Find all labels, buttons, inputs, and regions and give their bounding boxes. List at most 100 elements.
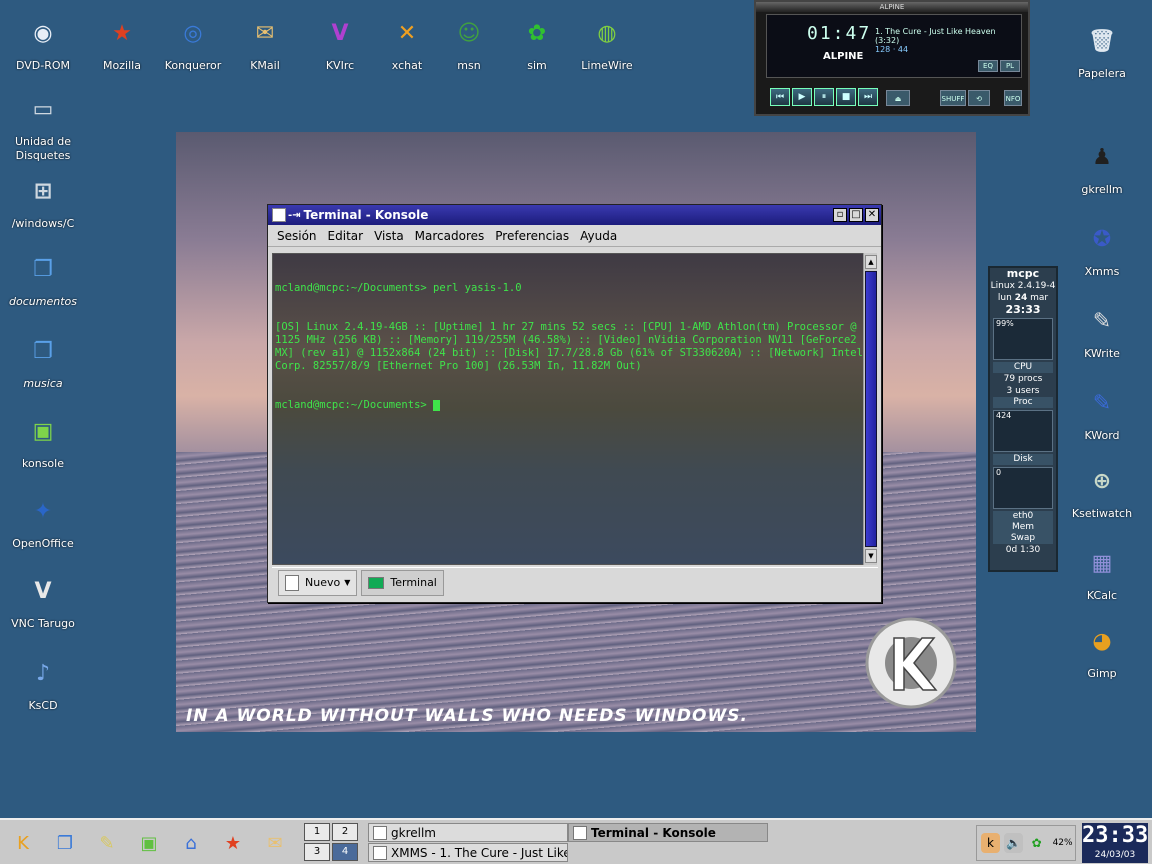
scroll-down-arrow-icon[interactable]: ▼	[865, 549, 877, 563]
desktop-icon-windows-c[interactable]: ⊞ /windows/C	[3, 168, 83, 231]
menu-marcadores[interactable]: Marcadores	[410, 229, 491, 243]
xmms-stop-button[interactable]: ■	[836, 88, 856, 106]
desktop-icon-gkrellm[interactable]: ♟ gkrellm	[1062, 134, 1142, 197]
xmms-brand: ALPINE	[823, 51, 864, 62]
gkrellm-monitor[interactable]: mcpc Linux 2.4.19-4 lun 24 mar 23:33 99%…	[988, 266, 1058, 572]
terminal-line: mcland@mcpc:~/Documents> perl yasis-1.0	[275, 282, 522, 294]
xmms-eq-button[interactable]: EQ	[978, 60, 998, 72]
konsole-titlebar[interactable]: -⇥ Terminal - Konsole ▫ □ ✕	[268, 205, 881, 225]
desktop-icon-ksetiwatch[interactable]: ⊕ Ksetiwatch	[1062, 458, 1142, 521]
scroll-up-arrow-icon[interactable]: ▲	[865, 255, 877, 269]
desktop-icon-label: sim	[527, 59, 547, 72]
pager-desktop-3[interactable]: 3	[304, 843, 330, 861]
scrollbar-thumb[interactable]	[865, 271, 877, 547]
desktop-icon-label: /windows/C	[11, 217, 75, 230]
msn-icon: ☺	[457, 20, 481, 46]
desktop-icon-vnc-tarugo[interactable]: V VNC Tarugo	[3, 568, 83, 631]
home-icon[interactable]: ⌂	[174, 826, 208, 860]
menu-ayuda[interactable]: Ayuda	[575, 229, 623, 243]
xmms-player[interactable]: ALPINE 01:47 1. The Cure - Just Like Hea…	[754, 0, 1030, 116]
desktop-icon-gimp[interactable]: ◕ Gimp	[1062, 618, 1142, 681]
konsole-icon[interactable]: ▣	[132, 826, 166, 860]
xmms-icon: ✪	[1092, 226, 1112, 252]
xmms-prev-button[interactable]: ⏮	[770, 88, 790, 106]
konqueror-icon: ◎	[183, 20, 203, 46]
system-tray: k 🔈 ✿ 42%	[976, 825, 1076, 861]
desktop-pager: 1 2 3 4	[304, 823, 360, 863]
pager-desktop-1[interactable]: 1	[304, 823, 330, 841]
panel-clock[interactable]: 23:33 24/03/03	[1082, 823, 1148, 863]
task-xmms[interactable]: XMMS - 1. The Cure - Just Like Heaven (3…	[368, 843, 568, 862]
konsole-tabbar: Nuevo ▼ Terminal	[272, 567, 878, 597]
terminal-scrollbar[interactable]: ▲ ▼	[863, 253, 877, 565]
desktop-icon-kword[interactable]: ✎ KWord	[1062, 380, 1142, 443]
clock-date: 24/03/03	[1094, 850, 1136, 860]
xmms-repeat-button[interactable]: ⟲	[968, 90, 990, 106]
kde-menu-icon[interactable]: K	[6, 826, 40, 860]
new-document-icon	[285, 574, 299, 591]
sticky-pin-icon[interactable]: -⇥	[288, 210, 301, 221]
user-count: 3 users	[1006, 386, 1040, 396]
terminal-output[interactable]: mcland@mcpc:~/Documents> perl yasis-1.0 …	[272, 253, 864, 565]
desktop-icon-label: Konqueror	[164, 59, 222, 72]
xmms-song-title: 1. The Cure - Just Like Heaven (3:32)	[875, 27, 996, 45]
desktop-icon-dvd-rom[interactable]: ◉ DVD-ROM	[3, 10, 83, 73]
speaker-icon[interactable]: 🔈	[1004, 833, 1024, 853]
desktop-icon-sim[interactable]: ✿ sim	[497, 10, 577, 73]
icq-flower-icon[interactable]: ✿	[1027, 833, 1046, 853]
menu-preferencias[interactable]: Preferencias	[490, 229, 575, 243]
task-konsole[interactable]: Terminal - Konsole	[568, 823, 768, 842]
pager-desktop-2[interactable]: 2	[332, 823, 358, 841]
minimize-button[interactable]: ▫	[833, 208, 847, 222]
wallpaper-motto: In a world without walls who needs windo…	[186, 706, 748, 726]
xmms-shuffle-button[interactable]: SHUFF	[940, 90, 966, 106]
folder-icon[interactable]: ❐	[48, 826, 82, 860]
konsole-window-icon[interactable]	[272, 208, 286, 222]
klipper-icon[interactable]: k	[981, 833, 1001, 853]
menu-editar[interactable]: Editar	[323, 229, 370, 243]
xmms-play-button[interactable]: ▶	[792, 88, 812, 106]
battery-percent[interactable]: 42%	[1050, 833, 1075, 853]
kword-icon: ✎	[1092, 390, 1112, 416]
desktop-icon-label: documentos	[9, 295, 77, 308]
menu-vista[interactable]: Vista	[369, 229, 410, 243]
desktop-icon-label: KCalc	[1086, 589, 1118, 602]
pager-desktop-4[interactable]: 4	[332, 843, 358, 861]
xmms-next-button[interactable]: ⏭	[858, 88, 878, 106]
desktop-icon-kscd[interactable]: ♪ KsCD	[3, 650, 83, 713]
kwrite-icon[interactable]: ✎	[90, 826, 124, 860]
desktop-icon-musica[interactable]: ❐ musica	[3, 328, 83, 391]
desktop-icon-kwrite[interactable]: ✎ KWrite	[1062, 298, 1142, 361]
close-button[interactable]: ✕	[865, 208, 879, 222]
xmms-info-button[interactable]: NFO	[1004, 90, 1022, 106]
desktop-icon-papelera[interactable]: 🗑 Papelera	[1062, 18, 1142, 81]
vnc-icon: V	[34, 578, 52, 604]
desktop-icon-unidad-de-disquetes[interactable]: ▭ Unidad de Disquetes	[3, 86, 83, 163]
xmms-time: 01:47	[807, 23, 872, 44]
xmms-playlist-button[interactable]: PL	[1000, 60, 1020, 72]
menu-sesion[interactable]: Sesión	[272, 229, 323, 243]
mozilla-icon[interactable]: ★	[216, 826, 250, 860]
kmail-icon[interactable]: ✉	[258, 826, 292, 860]
desktop-icon-mozilla[interactable]: ★ Mozilla	[82, 10, 162, 73]
desktop-icon-konqueror[interactable]: ◎ Konqueror	[153, 10, 233, 73]
xmms-titlebar[interactable]: ALPINE	[756, 2, 1028, 12]
taskbar-tasks: gkrellm Terminal - Konsole XMMS - 1. The…	[368, 823, 768, 863]
terminal-line: [OS] Linux 2.4.19-4GB :: [Uptime] 1 hr 2…	[275, 321, 863, 372]
desktop-icon-documentos[interactable]: ❐ documentos	[3, 246, 83, 309]
desktop-icon-kmail[interactable]: ✉ KMail	[225, 10, 305, 73]
desktop-icon-label: KMail	[250, 59, 280, 72]
desktop-icon-konsole[interactable]: ▣ konsole	[3, 408, 83, 471]
desktop-icon-xmms[interactable]: ✪ Xmms	[1062, 216, 1142, 279]
desktop-icon-limewire[interactable]: ◍ LimeWire	[567, 10, 647, 73]
tab-terminal[interactable]: Terminal	[361, 569, 444, 596]
task-gkrellm[interactable]: gkrellm	[368, 823, 568, 842]
gkrellm-time: 23:33	[1005, 303, 1041, 316]
xmms-eject-button[interactable]: ⏏	[886, 90, 910, 106]
maximize-button[interactable]: □	[849, 208, 863, 222]
desktop-icon-kcalc[interactable]: ▦ KCalc	[1062, 540, 1142, 603]
desktop-icon-openoffice[interactable]: ✦ OpenOffice	[3, 488, 83, 551]
xmms-pause-button[interactable]: ⏸	[814, 88, 834, 106]
new-session-button[interactable]: Nuevo ▼	[278, 569, 358, 596]
chevron-down-icon: ▼	[344, 578, 351, 587]
